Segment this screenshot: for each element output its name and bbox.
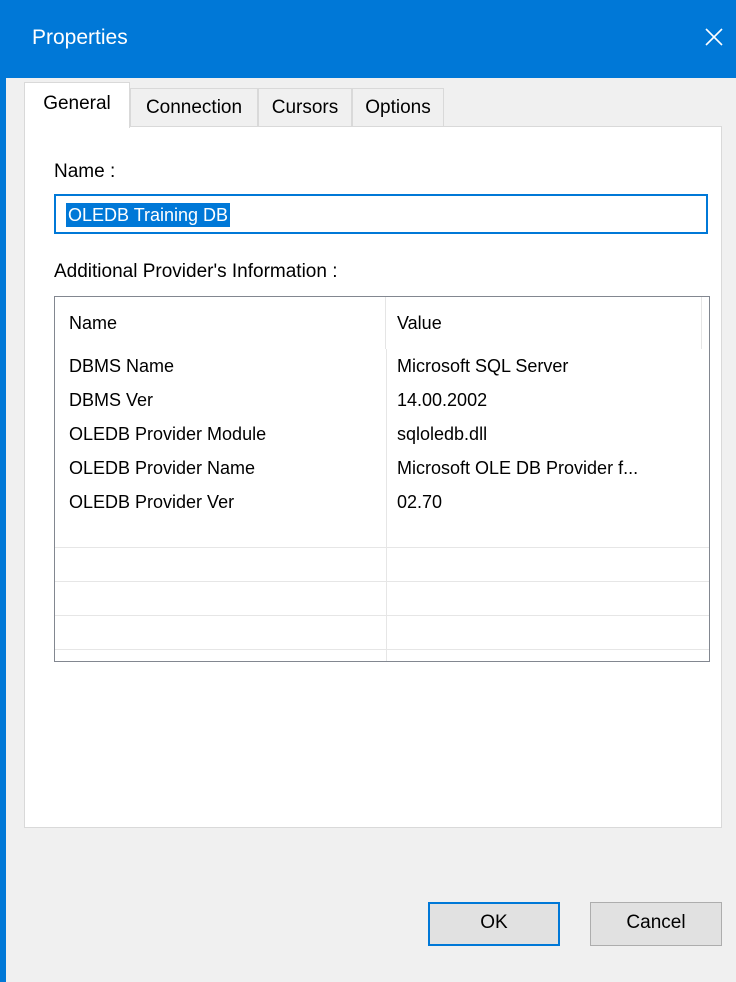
provider-info-label: Additional Provider's Information : <box>54 261 338 282</box>
row-gridline <box>55 649 709 650</box>
row-gridline <box>55 581 709 582</box>
cancel-button[interactable]: Cancel <box>590 902 722 946</box>
close-icon <box>704 27 724 47</box>
row-name: OLEDB Provider Module <box>69 424 267 444</box>
row-gridline <box>55 547 709 548</box>
name-label: Name : <box>54 161 116 182</box>
list-header: Name Value <box>55 297 709 349</box>
row-value: 02.70 <box>397 492 443 512</box>
list-item[interactable]: DBMS Ver 14.00.2002 <box>55 383 709 417</box>
row-gridline <box>55 615 709 616</box>
window-title: Properties <box>32 26 128 49</box>
row-name: DBMS Name <box>69 356 175 376</box>
column-divider[interactable] <box>385 297 386 349</box>
tab-general[interactable]: General <box>24 82 130 128</box>
row-value: 14.00.2002 <box>397 390 488 410</box>
title-bar: Properties <box>0 0 736 78</box>
window-border <box>0 78 6 982</box>
list-item[interactable]: DBMS Name Microsoft SQL Server <box>55 349 709 383</box>
column-divider[interactable] <box>701 297 702 349</box>
properties-dialog: Properties General Connection Cursors Op… <box>0 0 736 982</box>
tab-cursors[interactable]: Cursors <box>258 88 352 126</box>
column-header-name[interactable]: Name <box>69 297 369 349</box>
list-item[interactable]: OLEDB Provider Module sqloledb.dll <box>55 417 709 451</box>
list-item[interactable]: OLEDB Provider Ver 02.70 <box>55 485 709 519</box>
row-value: sqloledb.dll <box>397 424 488 444</box>
column-header-value[interactable]: Value <box>397 297 697 349</box>
row-value: Microsoft OLE DB Provider f... <box>397 458 639 478</box>
ok-button[interactable]: OK <box>428 902 560 946</box>
provider-info-list[interactable]: Name Value DBMS Name Microsoft SQL Serve… <box>54 296 710 662</box>
tab-connection[interactable]: Connection <box>130 88 258 126</box>
tab-options[interactable]: Options <box>352 88 444 126</box>
close-button[interactable] <box>692 14 736 60</box>
name-input-value: OLEDB Training DB <box>66 203 231 227</box>
row-name: OLEDB Provider Ver <box>69 492 235 512</box>
row-value: Microsoft SQL Server <box>397 356 569 376</box>
list-item[interactable]: OLEDB Provider Name Microsoft OLE DB Pro… <box>55 451 709 485</box>
row-name: OLEDB Provider Name <box>69 458 256 478</box>
row-name: DBMS Ver <box>69 390 154 410</box>
name-input[interactable]: OLEDB Training DB <box>54 194 708 234</box>
